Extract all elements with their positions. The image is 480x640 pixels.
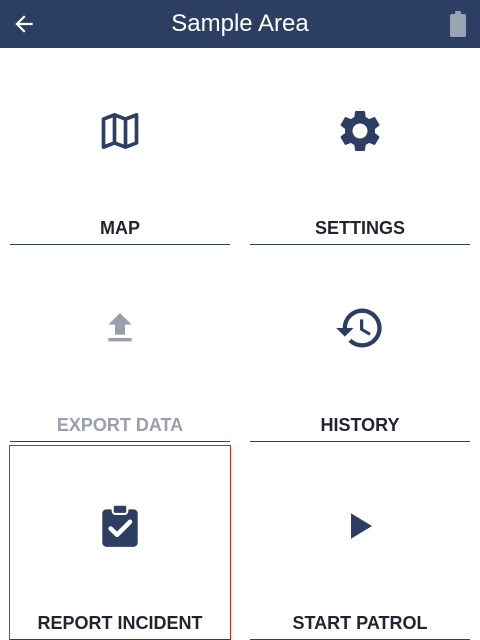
play-icon	[351, 513, 372, 539]
battery-icon	[450, 11, 466, 37]
tile-label: EXPORT DATA	[56, 415, 184, 435]
tile-label: START PATROL	[292, 613, 428, 633]
tile-label: HISTORY	[320, 415, 400, 435]
history-icon	[336, 308, 382, 348]
top-app-bar: Sample Area	[0, 0, 480, 48]
start-patrol-tile[interactable]: START PATROL	[250, 446, 470, 640]
page-title: Sample Area	[171, 10, 309, 37]
settings-tile[interactable]: SETTINGS	[250, 51, 470, 245]
divider	[250, 441, 470, 442]
divider	[10, 244, 230, 245]
history-tile[interactable]: HISTORY	[250, 248, 470, 442]
map-icon	[101, 113, 139, 149]
divider	[10, 441, 230, 442]
report-incident-tile[interactable]: REPORT INCIDENT	[9, 445, 231, 640]
tile-label: REPORT INCIDENT	[37, 613, 203, 633]
upload-icon	[108, 313, 132, 342]
gear-icon	[340, 110, 380, 151]
divider	[250, 244, 470, 245]
tile-label: SETTINGS	[314, 218, 405, 238]
map-tile[interactable]: MAP	[10, 51, 230, 245]
clipboard-check-icon	[102, 503, 138, 547]
tile-label: MAP	[100, 218, 140, 238]
battery-indicator	[448, 10, 468, 38]
export-data-tile[interactable]: EXPORT DATA	[10, 248, 230, 442]
